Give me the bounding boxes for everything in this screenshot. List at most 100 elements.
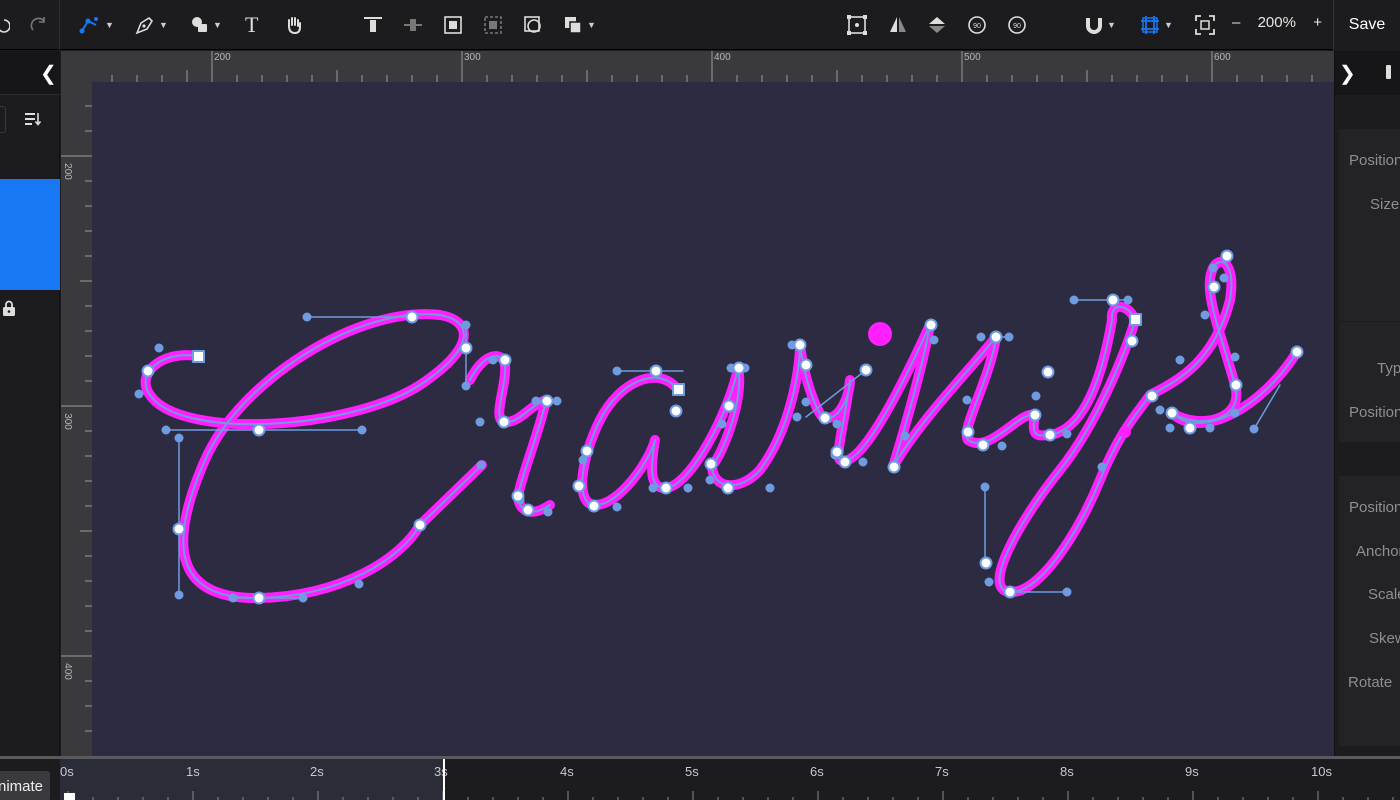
time-label: 6s [810,764,824,779]
timeline-start-marker[interactable] [64,793,75,800]
flip-horizontal-button[interactable] [887,12,909,38]
top-toolbar: ▼ ▼ ▼ T ▼ 90 90 ▼ ▼ – 200% + Save [0,0,1400,50]
property-label: Size [1370,196,1400,213]
property-label: Anchor [1356,543,1400,560]
property-label: Position [1349,499,1400,516]
shapes-icon [192,17,207,32]
node-select-tool[interactable]: ▼ [78,12,114,38]
group-icon [444,16,462,34]
hand-icon [288,17,301,35]
fit-view-button[interactable] [1194,12,1216,38]
undo-icon[interactable] [0,12,10,38]
svg-text:90: 90 [973,23,981,30]
property-label: Position [1349,152,1400,169]
time-label: 3s [434,764,448,779]
property-label: Scale [1368,586,1400,603]
fill-section: Type Position [1339,322,1400,442]
fit-view-icon [1195,15,1215,35]
sort-layers-icon[interactable] [24,111,42,132]
shapes-tool[interactable]: ▼ [190,12,222,38]
align-middle-button[interactable] [402,12,424,38]
timeline: Animate 0s 1s [0,756,1400,800]
rotate-right-icon: 90 [1008,16,1026,34]
ruler-label: 300 [61,413,73,430]
redo-icon[interactable] [30,12,48,38]
letter-r-path [465,351,555,517]
text-tool[interactable]: T [245,12,258,38]
node-tool-icon [79,17,98,34]
animate-button[interactable]: Animate [0,771,50,800]
align-middle-icon [404,19,422,31]
ruler-label: 200 [214,52,231,63]
zoom-control: – 200% + [1232,14,1322,31]
ruler-label: 300 [464,52,481,63]
timeline-track[interactable] [60,759,1400,800]
timeline-ticks [67,791,1394,800]
artboard-canvas[interactable] [92,82,1334,756]
i-dot [868,322,892,346]
ungroup-icon [484,16,502,34]
pen-tool[interactable]: ▼ [134,12,168,38]
geometry-section: Position Size [1339,129,1400,321]
grid-toggle[interactable]: ▼ [1139,12,1173,38]
property-label: Position [1349,404,1400,421]
chevron-down-icon: ▼ [1107,20,1116,30]
collapse-right-icon[interactable]: ❯ [1339,61,1356,86]
time-label: 9s [1185,764,1199,779]
zoom-out-button[interactable]: – [1232,14,1240,31]
zoom-level[interactable]: 200% [1258,14,1296,31]
time-label: 4s [560,764,574,779]
time-label: 7s [935,764,949,779]
flip-vertical-button[interactable] [926,12,948,38]
rotate-left-90-button[interactable]: 90 [966,12,988,38]
align-top-button[interactable] [362,12,384,38]
time-label: 0s [60,764,74,779]
chevron-down-icon: ▼ [213,20,222,30]
cravings-artwork[interactable] [92,82,1334,756]
vertical-ruler[interactable]: 200 300 400 [61,82,92,756]
properties-panel: ❯ Position Size Type Position Position A… [1334,51,1400,756]
hand-tool[interactable] [284,12,304,38]
flip-horizontal-icon [890,17,906,32]
flip-vertical-icon [929,17,945,33]
ungroup-button[interactable] [482,12,504,38]
time-label: 2s [310,764,324,779]
horizontal-ruler-ticks [111,51,1313,82]
svg-text:90: 90 [1013,23,1021,30]
ruler-label: 400 [714,52,731,63]
transform-section: Position Anchor Scale Skew Rotate [1339,476,1400,746]
property-label: Skew [1369,630,1400,647]
pen-icon [135,16,154,35]
zoom-in-button[interactable]: + [1313,14,1322,31]
save-button[interactable]: Save [1333,0,1400,50]
properties-panel-header: ❯ [1335,51,1400,95]
magnet-icon [1086,18,1102,34]
rotate-left-icon: 90 [968,16,986,34]
chevron-down-icon: ▼ [1164,20,1173,30]
layer-search-input[interactable] [0,106,6,133]
transform-button[interactable] [846,12,868,38]
layers-panel-header: ❮ [0,51,60,95]
rotate-right-90-button[interactable]: 90 [1006,12,1028,38]
collapse-left-icon[interactable]: ❮ [40,61,57,86]
panel-tab-indicator[interactable] [1386,65,1391,79]
property-label: Type [1377,360,1400,377]
group-button[interactable] [442,12,464,38]
mask-button[interactable] [522,12,544,38]
mask-icon [524,16,541,33]
horizontal-ruler[interactable]: 200 300 400 500 600 [61,51,1334,82]
g-crossbar-dot [1119,426,1131,438]
time-label: 1s [186,764,200,779]
lock-icon[interactable] [2,300,16,321]
animate-label: Animate [0,777,43,795]
history-controls [0,0,60,50]
layers-panel: ❮ [0,51,60,756]
arrange-button[interactable]: ▼ [562,12,596,38]
selected-layer-row[interactable] [0,179,60,290]
playhead[interactable] [443,759,445,800]
grid-icon [1141,16,1159,34]
ruler-label: 400 [61,663,73,680]
snap-toggle[interactable]: ▼ [1084,12,1116,38]
chevron-down-icon: ▼ [159,20,168,30]
arrange-icon [565,17,582,34]
